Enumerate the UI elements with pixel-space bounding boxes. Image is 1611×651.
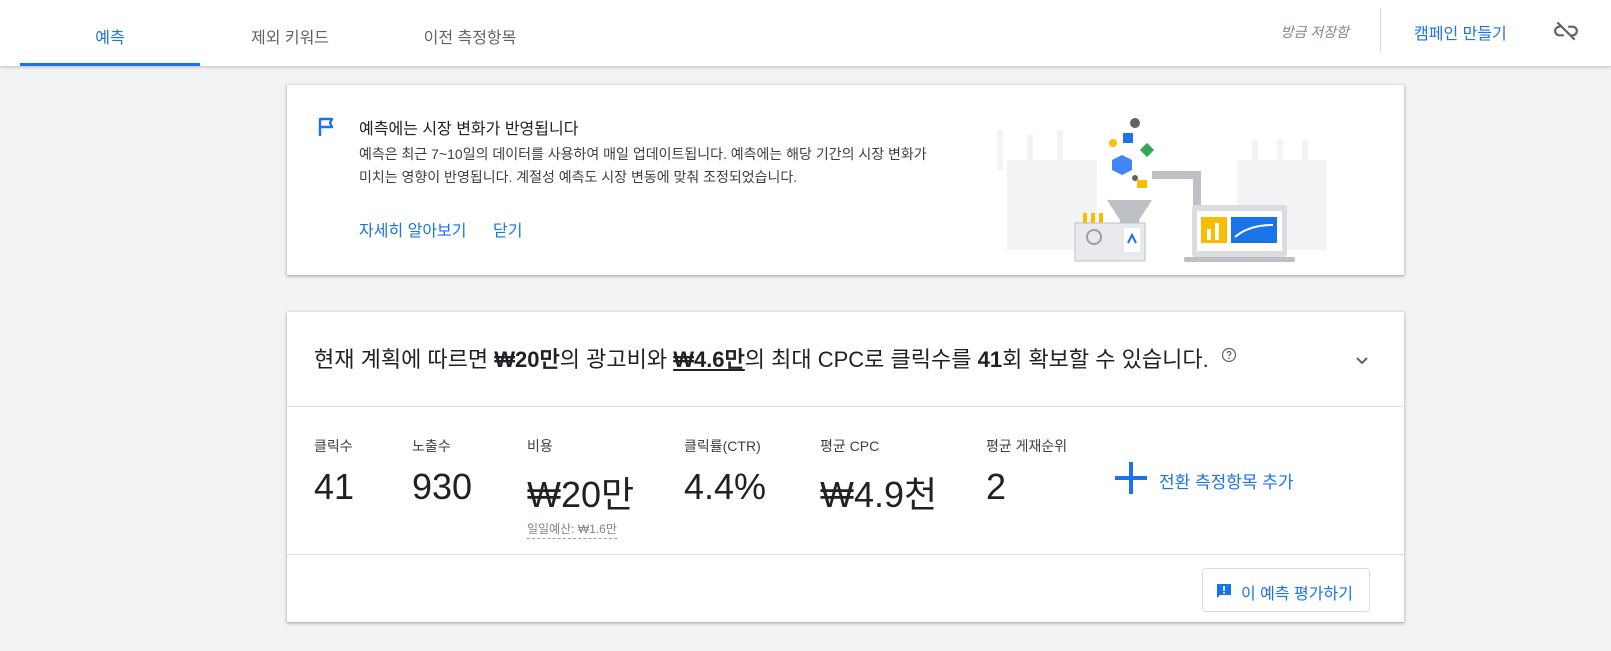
metric-label: 클릭률(CTR) [684,438,761,454]
market-change-notice-card: 예측에는 시장 변화가 반영됩니다 예측은 최근 7~10일의 데이터를 사용하… [287,85,1404,275]
notice-title: 예측에는 시장 변화가 반영됩니다 [359,121,579,138]
daily-budget-note[interactable]: 일일예산: ₩1.6만 [527,520,617,539]
metric-value: ₩4.9천 [820,474,938,515]
dismiss-link[interactable]: 닫기 [493,217,522,241]
notice-body: 예측은 최근 7~10일의 데이터를 사용하여 매일 업데이트됩니다. 예측에는… [359,146,927,185]
learn-more-link[interactable]: 자세히 알아보기 [359,217,467,241]
flag-icon [318,117,334,136]
create-campaign-button[interactable]: 캠페인 만들기 [1414,20,1507,44]
tab-negative-keywords[interactable]: 제외 키워드 [200,0,380,66]
forecast-summary-card: 현재 계획에 따르면 ₩20만의 광고비와 ₩4.6만의 최대 CPC로 클릭수… [287,312,1404,622]
metric-label: 노출수 [412,438,451,454]
summary-text: 현재 계획에 따르면 [314,347,495,372]
metric-cost: 비용 ₩20만 일일예산: ₩1.6만 [527,436,634,539]
metric-label: 평균 게재순위 [986,438,1068,454]
metric-label: 평균 CPC [820,438,880,454]
chevron-down-icon[interactable] [1350,348,1374,372]
summary-text: 의 광고비와 [559,347,674,372]
metric-label: 비용 [527,438,553,454]
rate-forecast-label: 이 예측 평가하기 [1241,586,1353,603]
add-conversion-label: 전환 측정항목 추가 [1159,473,1294,492]
metric-value: ₩20만 [527,474,635,515]
divider [287,406,1404,407]
link-off-icon[interactable] [1553,18,1579,44]
forecast-summary-text: 현재 계획에 따르면 ₩20만의 광고비와 ₩4.6만의 최대 CPC로 클릭수… [314,342,1237,374]
metric-value: 2 [986,466,1007,507]
feedback-icon [1217,584,1231,598]
metric-value: 930 [412,466,473,507]
metric-value: 4.4% [684,466,767,507]
metric-clicks: 클릭수 41 [314,436,354,508]
header-divider [1380,8,1381,52]
top-bar: 예측 제외 키워드 이전 측정항목 방금 저장함 캠페인 만들기 [0,0,1611,66]
metric-label: 클릭수 [314,438,353,454]
summary-text: 회 확보할 수 있습니다. [1002,347,1209,372]
metric-avg-position: 평균 게재순위 2 [986,436,1067,508]
metric-ctr: 클릭률(CTR) 4.4% [684,436,766,508]
tab-historical-metrics[interactable]: 이전 측정항목 [380,0,560,66]
plus-icon [1115,462,1147,494]
active-tab-indicator [20,63,200,66]
summary-text: 의 최대 CPC로 클릭수를 [744,347,978,372]
summary-budget: ₩20만 [494,347,560,372]
help-icon[interactable] [1221,347,1237,363]
summary-max-cpc[interactable]: ₩4.6만 [673,347,745,372]
tab-forecast[interactable]: 예측 [20,0,200,66]
metric-impressions: 노출수 930 [412,436,472,508]
metric-value: 41 [314,466,355,507]
rate-forecast-button[interactable]: 이 예측 평가하기 [1202,568,1370,612]
forecast-funnel-illustration [997,118,1327,262]
metric-avg-cpc: 평균 CPC ₩4.9천 [820,436,937,518]
summary-clicks: 41 [977,347,1003,372]
saved-status: 방금 저장함 [1280,24,1349,40]
divider [287,554,1404,555]
